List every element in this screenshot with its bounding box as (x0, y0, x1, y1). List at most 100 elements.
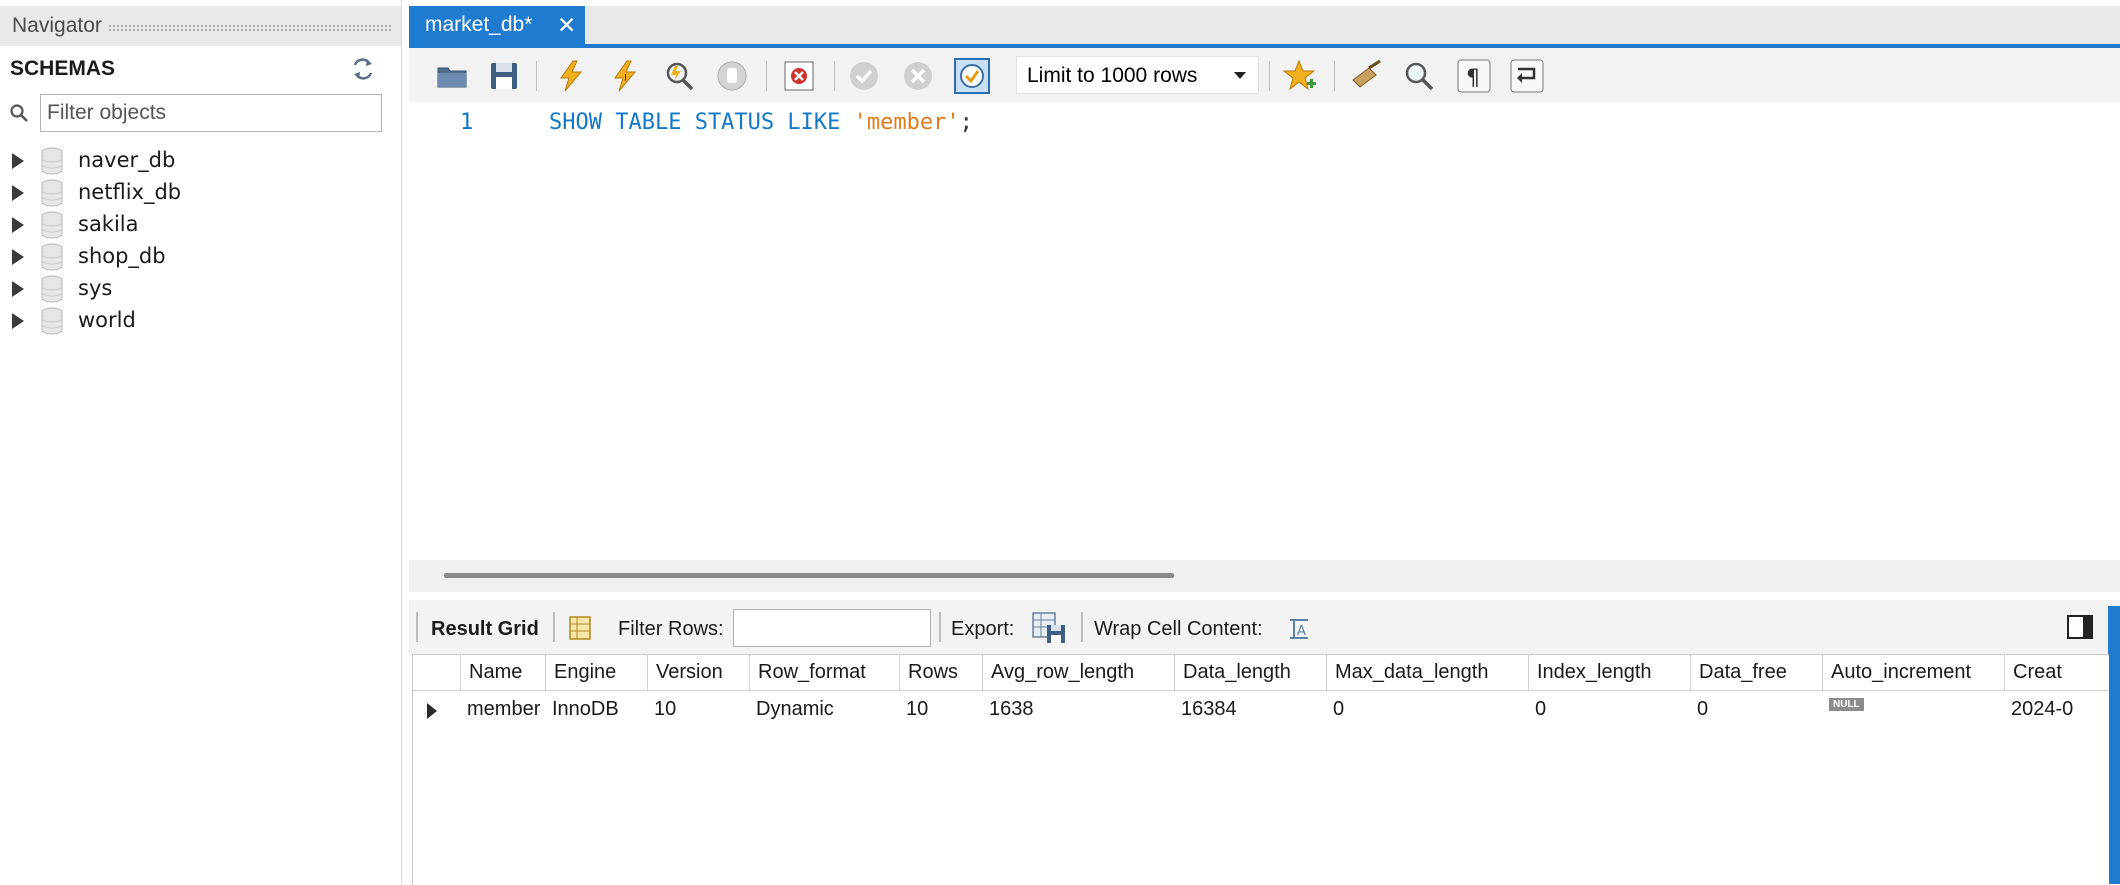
bookmark-icon[interactable] (1283, 58, 1319, 94)
close-icon[interactable]: ✕ (557, 12, 576, 39)
commit-icon[interactable] (846, 58, 882, 94)
table-row[interactable]: member InnoDB 10 Dynamic 10 1638 16384 0… (413, 692, 2109, 728)
scrollbar-thumb[interactable] (444, 573, 1174, 578)
database-icon (41, 147, 63, 175)
expand-arrow-icon[interactable] (12, 153, 24, 169)
editor-tab-strip (409, 6, 2120, 48)
wrap-lines-icon[interactable] (1509, 58, 1545, 94)
toolbar-separator (1334, 61, 1335, 91)
wrap-cell-icon[interactable]: A (1286, 616, 1312, 642)
toolbar-separator (536, 61, 537, 91)
autocommit-icon[interactable] (954, 58, 990, 94)
filter-rows-input[interactable] (733, 609, 931, 647)
database-icon (41, 211, 63, 239)
schema-label: naver_db (78, 148, 176, 172)
cell-index_length[interactable]: 0 (1529, 692, 1691, 728)
filter-objects-input[interactable] (40, 94, 382, 132)
schema-item-shop_db[interactable]: shop_db (0, 241, 401, 273)
expand-arrow-icon[interactable] (12, 217, 24, 233)
toolbar-separator (766, 61, 767, 91)
cell-auto_increment[interactable]: NULL (1823, 692, 2005, 728)
cell-engine[interactable]: InnoDB (546, 692, 648, 728)
result-grid-tab[interactable]: Result Grid (431, 618, 539, 641)
cell-row_format[interactable]: Dynamic (750, 692, 900, 728)
refresh-icon[interactable] (350, 56, 376, 82)
svg-text:¶: ¶ (1466, 66, 1480, 91)
schema-item-sakila[interactable]: sakila (0, 209, 401, 241)
toggle-error-icon[interactable] (781, 58, 817, 94)
expand-arrow-icon[interactable] (12, 249, 24, 265)
schema-list: naver_db netflix_db sakila shop_db sys w… (0, 145, 401, 337)
tab-label: market_db* (425, 13, 533, 36)
find-icon[interactable] (1401, 58, 1437, 94)
schemas-label: SCHEMAS (10, 57, 116, 80)
tab-market_db[interactable]: market_db* ✕ (409, 6, 585, 46)
rollback-icon[interactable] (900, 58, 936, 94)
svg-text:A: A (1297, 624, 1306, 639)
sql-line-1[interactable]: SHOW TABLE STATUS LIKE 'member'; (549, 110, 973, 135)
cell-rows[interactable]: 10 (900, 692, 983, 728)
column-header-name[interactable]: Name (461, 655, 546, 691)
schema-item-world[interactable]: world (0, 305, 401, 337)
database-icon (41, 307, 63, 335)
column-header-data_length[interactable]: Data_length (1175, 655, 1327, 691)
row-header-corner (413, 655, 461, 691)
navigator-drag-handle[interactable] (108, 24, 392, 32)
sql-editor-area[interactable] (409, 102, 2120, 560)
cell-name[interactable]: member (461, 692, 546, 728)
cell-data_length[interactable]: 16384 (1175, 692, 1327, 728)
schema-label: shop_db (78, 244, 166, 268)
expand-arrow-icon[interactable] (12, 281, 24, 297)
grid-icon[interactable] (566, 614, 594, 642)
execute-icon[interactable] (553, 58, 589, 94)
limit-rows-select[interactable]: Limit to 1000 rows (1016, 56, 1259, 94)
stop-icon[interactable] (714, 58, 750, 94)
expand-arrow-icon[interactable] (12, 185, 24, 201)
save-icon[interactable] (486, 58, 522, 94)
result-grid: Name Engine Version Row_format Rows Avg_… (412, 654, 2109, 885)
export-icon[interactable] (1031, 611, 1067, 645)
schema-label: sakila (78, 212, 139, 236)
database-icon (41, 275, 63, 303)
null-badge: NULL (1829, 698, 1864, 711)
chevron-down-icon (1234, 72, 1246, 79)
column-header-max_data_length[interactable]: Max_data_length (1327, 655, 1529, 691)
toolbar-separator (416, 612, 418, 642)
execute-current-icon[interactable]: I (607, 58, 643, 94)
column-header-version[interactable]: Version (648, 655, 750, 691)
wrap-cell-content-label: Wrap Cell Content: (1094, 618, 1263, 640)
open-folder-icon[interactable] (434, 58, 470, 94)
column-header-rows[interactable]: Rows (900, 655, 983, 691)
explain-icon[interactable] (661, 58, 697, 94)
column-header-engine[interactable]: Engine (546, 655, 648, 691)
cell-version[interactable]: 10 (648, 692, 750, 728)
cell-max_data_length[interactable]: 0 (1327, 692, 1529, 728)
database-icon (41, 243, 63, 271)
invisible-chars-icon[interactable]: ¶ (1456, 58, 1492, 94)
expand-arrow-icon[interactable] (12, 313, 24, 329)
row-marker-cell[interactable] (413, 692, 461, 728)
side-panel-accent[interactable] (2108, 606, 2120, 884)
toolbar-separator (834, 61, 835, 91)
column-header-row_format[interactable]: Row_format (750, 655, 900, 691)
schema-item-netflix_db[interactable]: netflix_db (0, 177, 401, 209)
cell-create_time[interactable]: 2024-0 (2005, 692, 2109, 728)
schema-item-naver_db[interactable]: naver_db (0, 145, 401, 177)
search-icon (10, 104, 28, 122)
sql-terminator: ; (959, 110, 973, 135)
schema-item-sys[interactable]: sys (0, 273, 401, 305)
toolbar-separator (1269, 61, 1270, 91)
column-header-index_length[interactable]: Index_length (1529, 655, 1691, 691)
column-header-avg_row_length[interactable]: Avg_row_length (983, 655, 1175, 691)
toolbar-separator (553, 612, 555, 642)
toggle-side-panel-icon[interactable] (2066, 613, 2094, 641)
schema-label: netflix_db (78, 180, 182, 204)
schema-label: sys (78, 276, 113, 300)
cell-data_free[interactable]: 0 (1691, 692, 1823, 728)
svg-text:I: I (624, 73, 627, 84)
column-header-data_free[interactable]: Data_free (1691, 655, 1823, 691)
cell-avg_row_length[interactable]: 1638 (983, 692, 1175, 728)
beautify-icon[interactable] (1349, 58, 1385, 94)
column-header-create_time[interactable]: Creat (2005, 655, 2109, 691)
column-header-auto_increment[interactable]: Auto_increment (1823, 655, 2005, 691)
